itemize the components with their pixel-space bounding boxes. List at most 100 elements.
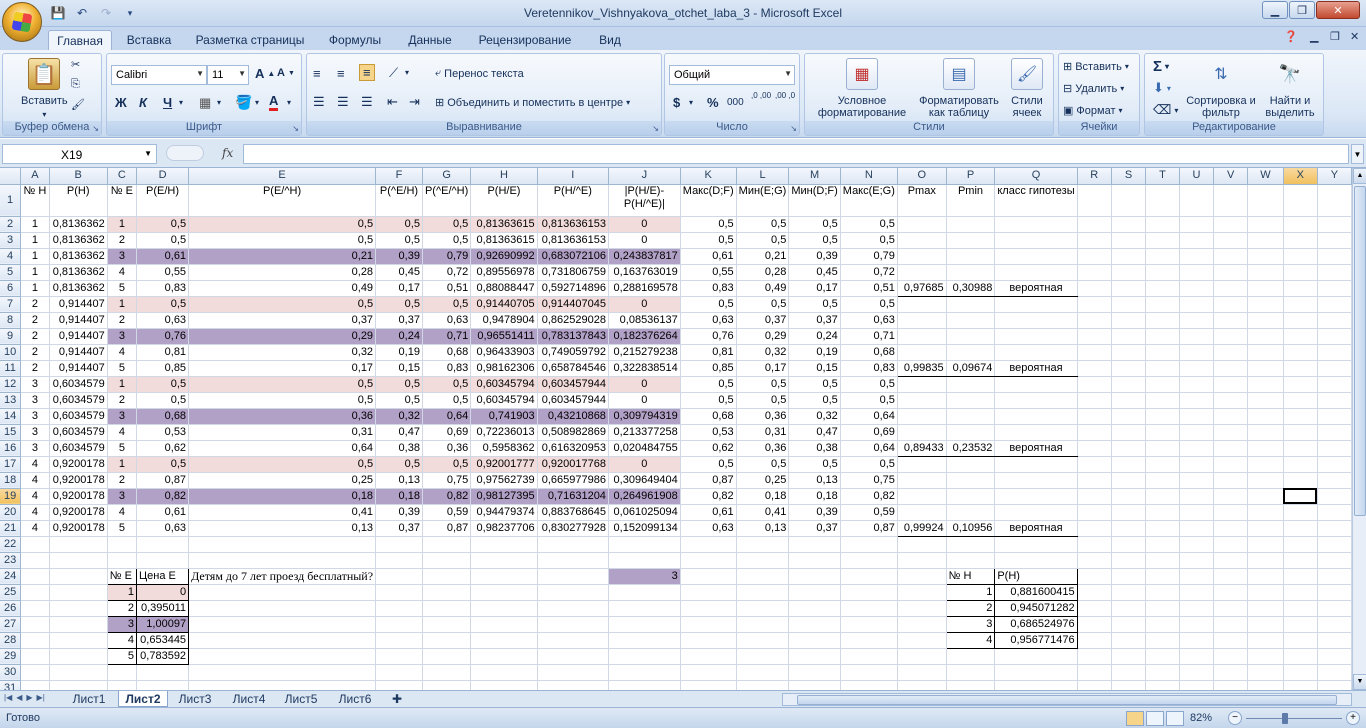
cell[interactable] [946, 552, 996, 569]
cell[interactable] [375, 648, 423, 665]
row-header[interactable]: 25 [0, 584, 22, 601]
cell[interactable] [20, 568, 50, 585]
cell[interactable] [1283, 280, 1318, 297]
cell[interactable]: 0,5 [422, 216, 472, 233]
cell[interactable]: 0,683072106 [537, 248, 609, 265]
cell[interactable] [1111, 216, 1147, 233]
cell[interactable] [1283, 248, 1318, 265]
cell[interactable]: 0,32 [736, 344, 790, 361]
cell[interactable] [1179, 280, 1215, 297]
cell[interactable]: 0,5 [136, 456, 190, 473]
cell[interactable]: 1 [20, 264, 50, 281]
cell[interactable] [897, 664, 947, 681]
cell[interactable] [994, 328, 1078, 345]
cell[interactable]: 0,64 [840, 408, 898, 425]
row-header[interactable]: 30 [0, 664, 22, 681]
cell[interactable] [994, 664, 1078, 681]
cell[interactable] [1283, 584, 1318, 601]
cell[interactable]: 0,020484755 [608, 440, 681, 457]
sheet-table[interactable]: ABCDEFGHIJKLMNOPQRSTUVWXY 1 № H P(H) № E P(E… [0, 168, 1352, 690]
cell[interactable] [840, 536, 898, 553]
cell[interactable] [736, 616, 790, 633]
tab-page-layout[interactable]: Разметка страницы [190, 30, 310, 50]
cell[interactable] [1317, 680, 1352, 690]
cell[interactable] [470, 584, 538, 601]
cell[interactable] [537, 632, 609, 649]
cell[interactable] [1247, 328, 1284, 345]
cell[interactable]: 0,37 [788, 312, 841, 329]
cell[interactable]: 5 [106, 647, 138, 665]
cell[interactable]: 0,17 [188, 360, 377, 377]
column-header[interactable]: G [422, 168, 472, 185]
cell[interactable] [1179, 616, 1215, 633]
cell[interactable] [788, 616, 841, 633]
cell[interactable] [20, 616, 50, 633]
cell[interactable]: 0,5 [422, 296, 472, 313]
cell[interactable]: 0,89433 [897, 440, 947, 457]
underline-button[interactable]: Ч [163, 95, 172, 110]
cell[interactable] [49, 664, 108, 681]
cell[interactable] [1111, 664, 1147, 681]
cell[interactable] [107, 552, 138, 569]
cell[interactable] [422, 616, 472, 633]
cell[interactable] [946, 456, 996, 473]
cell[interactable] [1317, 472, 1352, 489]
cell[interactable] [1283, 648, 1318, 665]
cell[interactable]: вероятная [994, 440, 1078, 457]
cell[interactable]: 0,38 [375, 440, 423, 457]
cell[interactable] [946, 536, 996, 553]
row-header[interactable]: 10 [0, 344, 22, 361]
cell[interactable]: 4 [945, 631, 996, 649]
cell[interactable] [1179, 568, 1215, 585]
autosum-icon[interactable]: Σ ▾ [1153, 58, 1169, 75]
cell[interactable] [537, 664, 609, 681]
zoom-knob[interactable] [1282, 713, 1288, 724]
cell[interactable] [1317, 616, 1352, 633]
cell[interactable]: 0,18 [375, 488, 423, 505]
cell[interactable]: 0,63 [680, 520, 737, 537]
cell[interactable]: 0,36 [422, 440, 472, 457]
cell[interactable] [946, 312, 996, 329]
cell[interactable] [1283, 424, 1318, 441]
cell[interactable]: 0,49 [736, 280, 790, 297]
cell[interactable]: вероятная [994, 280, 1078, 297]
cell[interactable] [1111, 408, 1147, 425]
cell[interactable] [1317, 280, 1352, 297]
cell[interactable] [1077, 344, 1112, 361]
cell[interactable]: 4 [20, 488, 50, 505]
cell[interactable] [1145, 392, 1180, 409]
cell[interactable]: 3 [107, 408, 138, 425]
cell[interactable] [1077, 376, 1112, 393]
cell[interactable] [1317, 552, 1352, 569]
row-header[interactable]: 13 [0, 392, 22, 409]
cell[interactable] [1077, 584, 1112, 601]
column-header[interactable]: A [20, 168, 50, 185]
cell[interactable] [680, 552, 737, 569]
align-center-icon[interactable]: ☰ [337, 94, 349, 110]
cell[interactable]: 3 [608, 568, 681, 585]
cell[interactable]: 0,8136362 [49, 232, 108, 249]
column-title[interactable]: P(H/E) [470, 184, 538, 217]
cell[interactable]: 2 [107, 312, 138, 329]
cell[interactable] [1283, 472, 1318, 489]
cell[interactable] [1247, 344, 1284, 361]
cell[interactable] [1111, 392, 1147, 409]
cell[interactable] [1179, 504, 1215, 521]
cell[interactable]: 0,741903 [470, 408, 538, 425]
cell[interactable] [897, 344, 947, 361]
cell[interactable] [946, 248, 996, 265]
cell[interactable]: 0,30988 [946, 280, 996, 297]
cell[interactable] [1317, 360, 1352, 377]
cell[interactable] [375, 600, 423, 617]
cell[interactable]: 0,83 [422, 360, 472, 377]
cell[interactable] [1317, 456, 1352, 473]
cell[interactable]: 0,59 [840, 504, 898, 521]
cell[interactable] [1145, 344, 1180, 361]
restore-icon[interactable]: ❐ [1289, 1, 1315, 19]
cell[interactable] [49, 536, 108, 553]
column-title[interactable]: № E [107, 184, 138, 217]
cell[interactable] [1145, 520, 1180, 537]
sheet-tab-active[interactable]: Лист2 [118, 691, 168, 707]
cell[interactable] [897, 472, 947, 489]
cell[interactable] [537, 536, 609, 553]
